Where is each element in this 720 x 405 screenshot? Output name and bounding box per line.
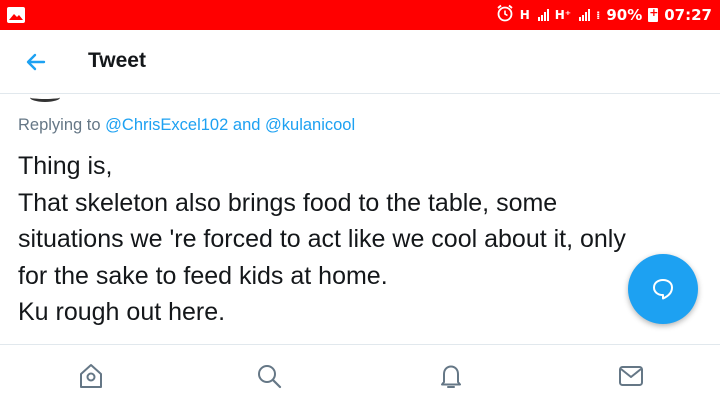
data-transfer-icon: ⁞ [596,8,601,22]
app-header: Tweet [0,30,720,94]
tweet-line: for the sake to feed kids at home. [18,261,388,290]
speech-bubble-icon [653,279,673,300]
arrow-left-icon [26,53,46,71]
nav-search[interactable] [254,361,284,391]
signal-icon [537,9,549,21]
network-type-1: H [519,8,530,22]
mention-link-1[interactable]: @ChrisExcel102 [105,116,228,134]
tweet-line: That skeleton also brings food to the ta… [18,188,558,217]
tweet-line: situations we 're forced to act like we … [18,225,626,253]
search-icon [258,365,282,389]
mention-link-2[interactable]: @kulanicool [265,116,355,134]
mention-conjunction: and [232,116,261,134]
tweet-line: Ku rough out here. [18,298,226,326]
mail-icon [619,366,643,386]
replying-to-label: Replying to [18,116,101,134]
back-button[interactable] [18,44,54,80]
tweet-line: Thing is, [18,152,113,180]
status-indicators: H H⁺ ⁞ 90% 07:27 [496,0,712,30]
nav-home[interactable] [76,361,106,391]
battery-percent: 90% [606,6,643,24]
tweet-text: Thing is, That skeleton also brings food… [18,148,688,331]
page-title: Tweet [88,49,146,72]
status-bar: H H⁺ ⁞ 90% 07:27 [0,0,720,30]
clock: 07:27 [664,6,712,24]
gallery-notification-icon [6,5,26,30]
signal-icon-2 [579,9,591,21]
compose-reply-button[interactable] [628,254,698,324]
nav-notifications[interactable] [436,361,466,391]
nav-messages[interactable] [616,361,646,391]
network-type-2: H⁺ [554,8,572,22]
alarm-icon [496,4,514,26]
tweet-meta-cutoff [18,336,618,344]
avatar[interactable] [30,93,60,102]
battery-icon [648,6,658,22]
home-icon [80,364,102,388]
replying-to-line: Replying to @ChrisExcel102 and @kulanico… [18,116,355,135]
bottom-navigation [0,344,720,405]
bell-icon [441,365,461,388]
